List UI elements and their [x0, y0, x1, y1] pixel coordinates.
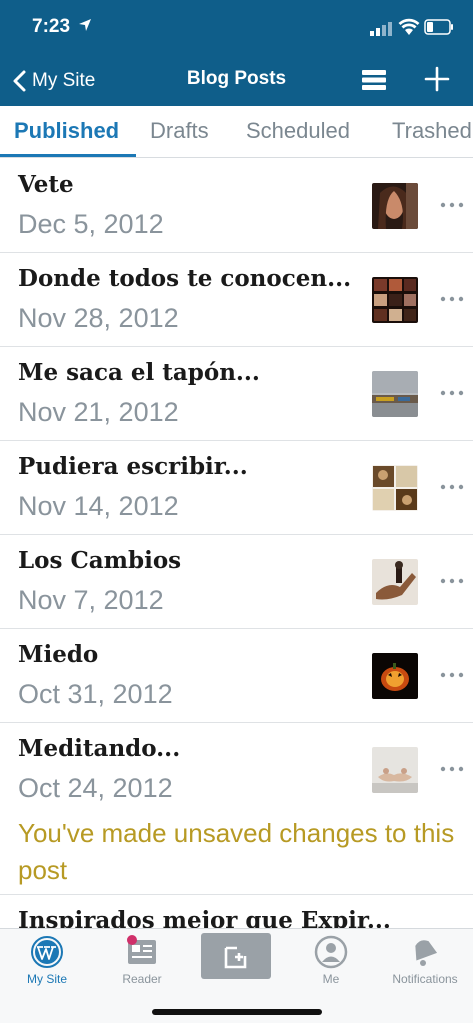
tabbar-reader[interactable]: Reader — [97, 935, 187, 995]
tabbar-me[interactable]: Me — [286, 935, 376, 995]
new-post-button[interactable] — [201, 933, 271, 979]
post-title: Meditando... — [18, 735, 181, 762]
tabbar-label: My Site — [26, 972, 67, 986]
wifi-icon — [398, 18, 420, 35]
cellular-signal-icon — [370, 22, 392, 36]
more-options-icon[interactable] — [436, 565, 468, 597]
post-date: Nov 28, 2012 — [18, 303, 179, 333]
post-thumbnail — [372, 559, 418, 605]
post-row[interactable]: Pudiera escribir... Nov 14, 2012 — [0, 441, 473, 535]
back-button-label: My Site — [32, 70, 96, 91]
post-date: Dec 5, 2012 — [18, 209, 164, 239]
tab-published[interactable]: Published — [14, 118, 119, 144]
post-title: Donde todos te conocen... — [18, 265, 352, 292]
post-thumbnail — [372, 653, 418, 699]
post-row[interactable]: Donde todos te conocen... Nov 28, 2012 — [0, 253, 473, 347]
post-thumbnail — [372, 183, 418, 229]
battery-icon — [424, 19, 453, 35]
post-thumbnail — [372, 465, 418, 511]
post-date: Oct 24, 2012 — [18, 773, 173, 803]
more-options-icon[interactable] — [436, 471, 468, 503]
post-title: Vete — [18, 171, 74, 198]
post-row[interactable]: Vete Dec 5, 2012 — [0, 159, 473, 253]
more-options-icon[interactable] — [436, 377, 468, 409]
new-post-icon — [224, 946, 247, 969]
tab-scheduled[interactable]: Scheduled — [246, 118, 350, 144]
tabbar-label: Notifications — [392, 972, 458, 986]
post-title: Pudiera escribir... — [18, 453, 248, 480]
chevron-left-icon — [13, 70, 26, 92]
add-post-icon[interactable] — [422, 64, 452, 94]
more-options-icon[interactable] — [436, 283, 468, 315]
post-thumbnail — [372, 277, 418, 323]
status-time: 7:23 — [32, 16, 71, 37]
profile-icon — [314, 935, 348, 969]
tabbar-label: Reader — [122, 972, 162, 986]
post-title: Me saca el tapón... — [18, 359, 260, 386]
post-row[interactable]: Los Cambios Nov 7, 2012 — [0, 535, 473, 629]
unsaved-changes-notice: You've made unsaved changes to this post — [18, 818, 455, 885]
location-arrow-icon — [79, 19, 91, 31]
post-date: Oct 31, 2012 — [18, 679, 173, 709]
post-row[interactable]: Miedo Oct 31, 2012 — [0, 629, 473, 723]
more-options-icon[interactable] — [436, 753, 468, 785]
reader-icon — [127, 935, 156, 964]
nav-bar: My Site Blog Posts — [0, 56, 473, 106]
post-row[interactable]: Me saca el tapón... Nov 21, 2012 — [0, 347, 473, 441]
home-indicator[interactable] — [152, 1009, 322, 1015]
list-layout-toggle-icon[interactable] — [360, 66, 388, 94]
status-bar: 7:23 — [0, 0, 473, 56]
more-options-icon[interactable] — [436, 659, 468, 691]
back-button[interactable]: My Site — [10, 66, 95, 96]
post-thumbnail — [372, 747, 418, 793]
post-date: Nov 21, 2012 — [18, 397, 179, 427]
post-list: Vete Dec 5, 2012 Donde todos te conocen.… — [0, 159, 473, 928]
post-title: Inspirados mejor que Expir... — [18, 907, 391, 928]
post-thumbnail — [372, 371, 418, 417]
post-status-tabs: Published Drafts Scheduled Trashed — [0, 106, 473, 158]
bell-icon — [415, 940, 438, 966]
post-date: Nov 7, 2012 — [18, 585, 164, 615]
post-date: Nov 14, 2012 — [18, 491, 179, 521]
tab-trashed[interactable]: Trashed — [392, 118, 472, 144]
active-tab-indicator — [0, 154, 136, 157]
post-title: Miedo — [18, 641, 99, 668]
bottom-tab-bar: My Site Reader Me Notifications — [0, 928, 473, 1023]
tabbar-my-site[interactable]: My Site — [2, 935, 92, 995]
post-row[interactable]: Meditando... Oct 24, 2012 You've made un… — [0, 723, 473, 895]
wordpress-logo-icon — [31, 936, 63, 968]
more-options-icon[interactable] — [436, 189, 468, 221]
tabbar-notifications[interactable]: Notifications — [380, 935, 470, 995]
tab-drafts[interactable]: Drafts — [150, 118, 209, 144]
tabbar-label: Me — [322, 972, 340, 986]
post-row[interactable]: Inspirados mejor que Expir... — [0, 895, 473, 928]
post-title: Los Cambios — [18, 547, 182, 574]
app-header: 7:23 My Site Blog Posts — [0, 0, 473, 106]
